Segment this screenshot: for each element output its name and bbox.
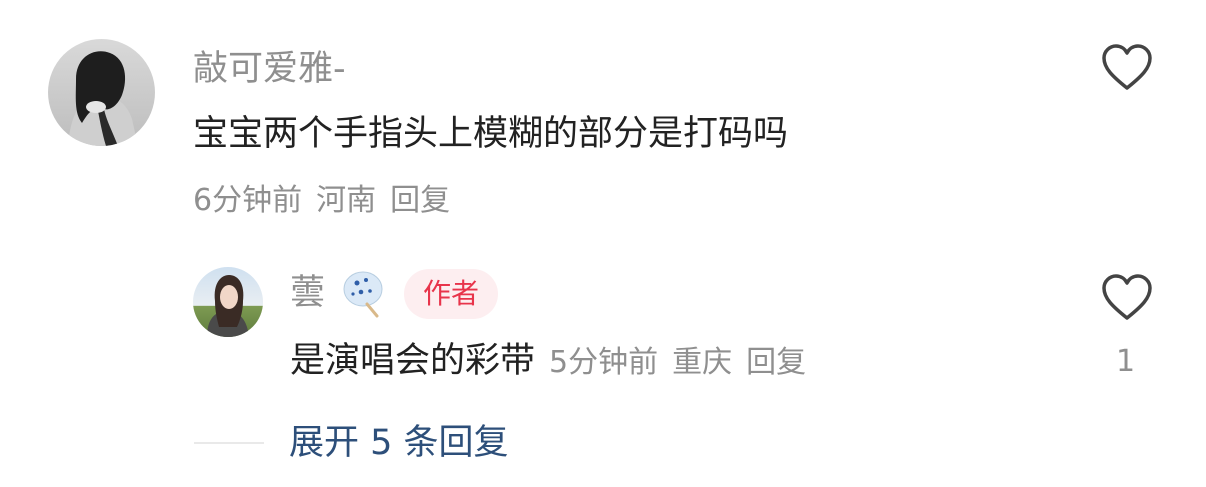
comment-location: 河南 [316,183,377,218]
expand-replies-button[interactable]: 展开 5 条回复 [289,426,509,461]
author-badge: 作者 [404,269,498,319]
heart-outline-icon [1102,274,1152,320]
reply-text: 是演唱会的彩带 [290,341,536,381]
thread-divider [194,442,264,444]
reply-row: 是演唱会的彩带 5分钟前 重庆 回复 [290,344,806,384]
comment-meta: 6分钟前 河南 回复 [193,186,464,216]
reply-time: 5分钟前 [549,345,659,380]
heart-outline-icon [1102,44,1152,90]
comment-like-button[interactable] [1100,43,1154,93]
reply-like-button[interactable] [1100,273,1154,323]
comment-text: 宝宝两个手指头上模糊的部分是打码吗 [193,114,789,154]
commenter-avatar[interactable] [48,39,155,146]
fan-sticker-icon [339,268,385,318]
comment-time: 6分钟前 [193,183,303,218]
commenter-username[interactable]: 敲可爱雅- [193,52,346,87]
author-avatar[interactable] [193,267,263,337]
reply-location: 重庆 [672,345,733,380]
reply-like-count: 1 [1116,344,1136,379]
author-username[interactable]: 蕓 [290,276,325,311]
comment-reply-button[interactable]: 回复 [390,183,450,218]
reply-reply-button[interactable]: 回复 [746,345,806,380]
